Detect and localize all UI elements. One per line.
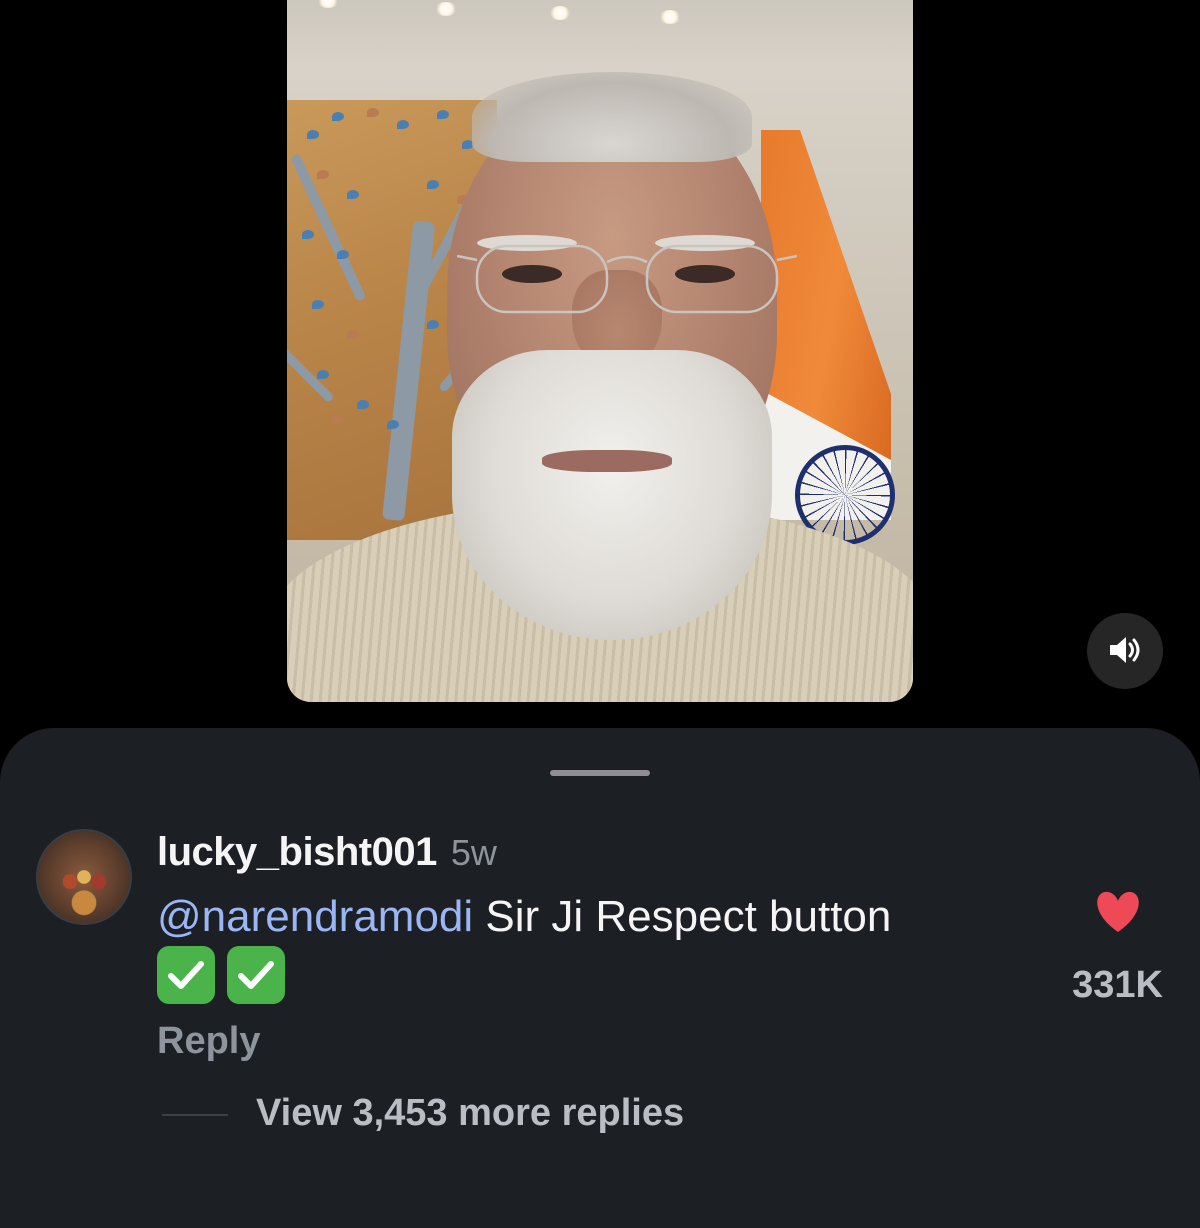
comments-sheet: lucky_bisht001 5w @narendramodi Sir Ji R… [0,728,1200,1228]
speaker-volume-icon [1107,634,1143,669]
speaker-person [287,0,913,702]
sheet-drag-handle[interactable] [550,770,650,776]
view-more-replies-button[interactable]: View 3,453 more replies [256,1092,684,1135]
sound-toggle-button[interactable] [1087,613,1163,689]
comment-header: lucky_bisht001 5w [157,830,497,875]
hair [472,72,752,162]
comment-message: Sir Ji Respect button [485,892,892,941]
check-mark-icon [227,946,285,1004]
replies-divider [162,1114,228,1116]
comment-text: @narendramodi Sir Ji Respect button [157,888,1037,946]
like-button[interactable] [1090,888,1146,938]
emoji-row [157,946,285,1004]
video-area [0,0,1200,740]
comment-username[interactable]: lucky_bisht001 [157,830,437,875]
video-player[interactable] [287,0,913,702]
comment-timestamp: 5w [450,832,497,873]
mouth [542,450,672,472]
mention-link[interactable]: @narendramodi [157,892,473,941]
heart-icon [1093,890,1143,937]
like-block: 331K [1050,888,1185,1007]
avatar[interactable] [36,829,132,925]
like-count: 331K [1072,964,1163,1006]
beard [452,350,772,640]
reply-button[interactable]: Reply [157,1020,260,1063]
glasses [457,244,797,314]
check-mark-icon [157,946,215,1004]
